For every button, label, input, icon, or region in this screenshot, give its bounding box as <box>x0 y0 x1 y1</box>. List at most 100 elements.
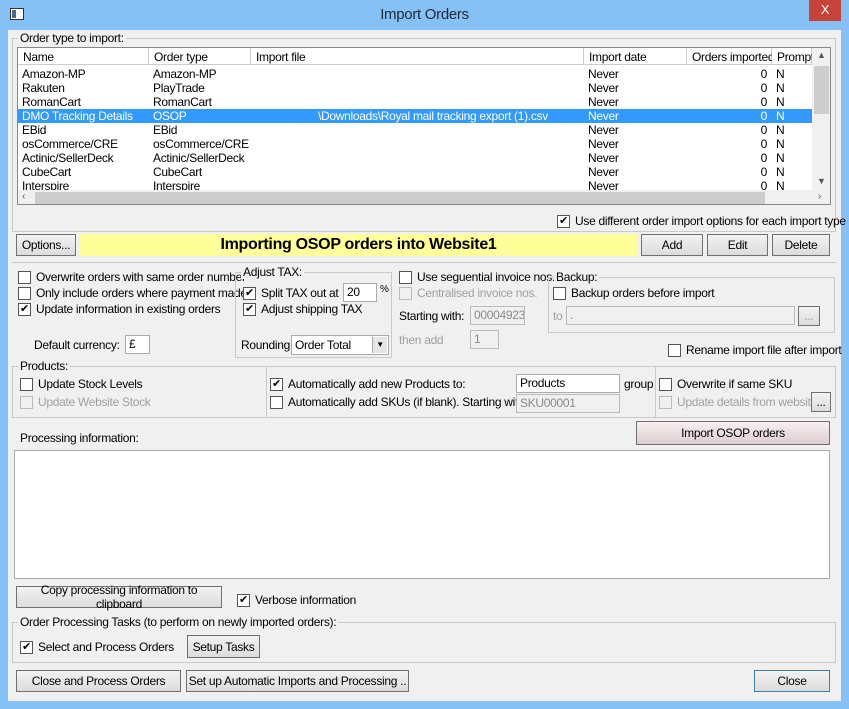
table-cell: 0 <box>760 95 768 109</box>
order-type-list[interactable]: Name Order type Import file Import date Orde… <box>17 47 831 205</box>
group-label: Adjust TAX: <box>241 265 304 279</box>
table-cell: DMO Tracking Details <box>22 109 133 123</box>
select-process-checkbox[interactable]: ✔ Select and Process Orders <box>20 640 174 654</box>
scroll-left-icon[interactable]: ‹ <box>22 191 25 202</box>
sequential-invoice-checkbox[interactable]: Use seguential invoice nos. <box>399 270 555 284</box>
update-details-checkbox[interactable]: Update details from website <box>659 395 817 409</box>
table-cell: Never <box>588 123 619 137</box>
dropdown-arrow-icon[interactable]: ▼ <box>372 337 387 353</box>
table-row[interactable]: EBid EBid Never 0 N <box>18 123 812 137</box>
setup-automatic-imports-button[interactable]: Set up Automatic Imports and Processing … <box>186 670 409 692</box>
table-row[interactable]: osCommerce/CRE osCommerce/CRE Never 0 N <box>18 137 812 151</box>
checkbox-label: Overwrite if same SKU <box>677 377 793 391</box>
table-row[interactable]: DMO Tracking Details OSOP \Downloads\Royal… <box>18 109 812 123</box>
table-cell: Never <box>588 67 619 81</box>
table-cell: EBid <box>22 123 47 137</box>
table-cell: Amazon-MP <box>22 67 86 81</box>
column-header[interactable]: Import date <box>584 48 687 65</box>
starting-with-input[interactable]: 00004923 <box>470 306 525 325</box>
auto-add-sku-checkbox[interactable]: Automatically add SKUs (if blank). Start… <box>270 395 528 409</box>
auto-add-products-checkbox[interactable]: ✔ Automatically add new Products to: <box>270 377 466 391</box>
group-label: Products: <box>18 359 70 373</box>
scroll-thumb[interactable] <box>814 66 829 114</box>
backup-checkbox[interactable]: Backup orders before import <box>553 286 715 300</box>
add-button[interactable]: Add <box>641 234 703 256</box>
checkbox-box <box>20 377 33 391</box>
checkbox-label: Automatically add SKUs (if blank). Start… <box>288 395 528 409</box>
copy-to-clipboard-button[interactable]: Copy processing information to clipboard <box>16 583 222 611</box>
table-row[interactable]: RomanCart RomanCart Never 0 N <box>18 95 812 109</box>
table-row[interactable]: Rakuten PlayTrade Never 0 N <box>18 81 812 95</box>
currency-label: Default currency: <box>34 338 120 352</box>
checkbox-box <box>399 286 412 300</box>
rounding-label: Rounding: <box>241 338 294 352</box>
table-cell: 0 <box>760 137 768 151</box>
column-header[interactable]: Order type <box>149 48 251 65</box>
table-cell: N <box>776 137 785 151</box>
only-paid-checkbox[interactable]: Only include orders where payment made <box>18 286 247 300</box>
scroll-up-icon[interactable]: ▲ <box>817 50 826 60</box>
starting-with-label: Starting with: <box>399 309 465 323</box>
backup-to-label: to <box>553 309 563 323</box>
setup-tasks-button[interactable]: Setup Tasks <box>187 635 260 658</box>
table-cell: Never <box>588 109 619 123</box>
import-orders-button[interactable]: Import OSOP orders <box>636 421 830 445</box>
horizontal-scrollbar[interactable]: ‹ › <box>18 190 830 204</box>
divider <box>266 366 267 418</box>
checkbox-box <box>553 286 566 300</box>
column-header[interactable]: Name <box>18 48 149 65</box>
overwrite-orders-checkbox[interactable]: Overwrite orders with same order number <box>18 270 246 284</box>
table-cell: N <box>776 67 785 81</box>
adjust-shipping-tax-checkbox[interactable]: ✔ Adjust shipping TAX <box>243 302 363 316</box>
hscroll-thumb[interactable] <box>35 192 765 204</box>
table-cell: Amazon-MP <box>153 67 217 81</box>
backup-path-input[interactable]: . <box>566 306 795 325</box>
centralised-invoice-checkbox[interactable]: Centralised invoice nos. <box>399 286 538 300</box>
use-different-options-checkbox[interactable]: ✔ Use different order import options for … <box>557 214 846 228</box>
update-existing-checkbox[interactable]: ✔ Update information in existing orders <box>18 302 221 316</box>
split-tax-checkbox[interactable]: ✔ Split TAX out at <box>243 286 339 300</box>
column-header[interactable]: Prompt <box>772 48 814 65</box>
checkbox-label: Update Stock Levels <box>38 377 143 391</box>
options-button[interactable]: Options... <box>16 234 76 256</box>
scroll-right-icon[interactable]: › <box>818 191 821 202</box>
checkbox-box <box>18 286 31 300</box>
verbose-checkbox[interactable]: ✔ Verbose information <box>237 593 356 607</box>
checkbox-box <box>399 270 412 284</box>
delete-button[interactable]: Delete <box>772 234 830 256</box>
backup-browse-button[interactable]: ... <box>798 306 820 326</box>
update-website-stock-checkbox[interactable]: Update Website Stock <box>20 395 151 409</box>
table-cell: Never <box>588 95 619 109</box>
close-window-button[interactable]: X <box>809 0 841 21</box>
overwrite-sku-checkbox[interactable]: Overwrite if same SKU <box>659 377 792 391</box>
close-and-process-button[interactable]: Close and Process Orders <box>16 670 181 692</box>
table-row[interactable]: CubeCart CubeCart Never 0 N <box>18 165 812 179</box>
scroll-down-icon[interactable]: ▼ <box>817 176 826 186</box>
edit-button[interactable]: Edit <box>707 234 768 256</box>
group-label: Order Processing Tasks (to perform on ne… <box>18 615 339 629</box>
currency-input[interactable]: £ <box>125 335 150 354</box>
rounding-select[interactable]: Order Total ▼ <box>291 335 389 355</box>
table-row[interactable]: Actinic/SellerDeck Actinic/SellerDeck Neve… <box>18 151 812 165</box>
table-row[interactable]: Amazon-MP Amazon-MP Never 0 N <box>18 67 812 81</box>
table-cell: PlayTrade <box>153 81 205 95</box>
column-header[interactable]: Import file <box>251 48 584 65</box>
product-group-input[interactable]: Products <box>516 374 620 393</box>
checkbox-label: Centralised invoice nos. <box>417 286 538 300</box>
tax-rate-input[interactable]: 20 <box>343 283 377 302</box>
table-cell: N <box>776 165 785 179</box>
processing-info-textarea[interactable] <box>14 450 830 579</box>
table-cell: Never <box>588 165 619 179</box>
table-cell: 0 <box>760 165 768 179</box>
checkbox-label: Automatically add new Products to: <box>288 377 466 391</box>
table-cell: Actinic/SellerDeck <box>22 151 114 165</box>
close-button[interactable]: Close <box>754 670 830 692</box>
update-stock-checkbox[interactable]: Update Stock Levels <box>20 377 143 391</box>
table-cell: OSOP <box>153 109 187 123</box>
update-details-button[interactable]: ... <box>811 392 831 412</box>
vertical-scrollbar[interactable]: ▲ ▼ <box>812 48 830 190</box>
rename-file-checkbox[interactable]: Rename import file after import <box>668 343 842 357</box>
column-header[interactable]: Orders imported <box>687 48 775 65</box>
sku-start-input[interactable]: SKU00001 <box>516 394 620 413</box>
then-add-input[interactable]: 1 <box>470 330 499 349</box>
